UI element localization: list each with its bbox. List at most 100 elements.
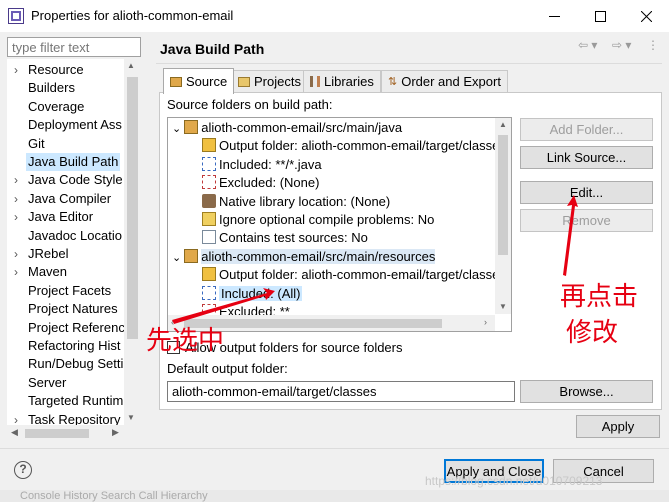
tab-source[interactable]: Source <box>163 68 235 94</box>
nav-item-label: Maven <box>28 264 68 280</box>
source-vertical-scroll-thumb[interactable] <box>498 135 508 255</box>
tab-projects[interactable]: Projects <box>231 70 308 92</box>
nav-item-label: Java Compiler <box>28 190 112 206</box>
source-attribute-row[interactable]: Output folder: alioth-common-email/targe… <box>202 266 506 284</box>
source-folder-row[interactable]: ⌄ alioth-common-email/src/main/java <box>172 119 402 137</box>
nav-item-label: Project Facets <box>28 282 112 298</box>
nav-item-label: JRebel <box>28 246 69 261</box>
tree-row-text: Ignore optional compile problems: No <box>219 212 435 227</box>
filter-input[interactable] <box>7 37 141 57</box>
minimize-button[interactable] <box>531 0 577 32</box>
tree-row-text: Output folder: alioth-common-email/targe… <box>219 138 506 154</box>
help-icon[interactable]: ? <box>14 461 32 479</box>
nav-item-label: Builders <box>28 80 75 96</box>
native-library-icon <box>202 193 216 208</box>
apply-button[interactable]: Apply <box>576 415 660 438</box>
source-attribute-row[interactable]: Native library location: (None) <box>202 193 390 211</box>
expand-arrow-icon[interactable]: › <box>14 190 18 208</box>
nav-item-label: Refactoring Hist <box>28 338 121 353</box>
nav-item-label: Java Editor <box>28 209 94 225</box>
tab-label: Order and Export <box>401 74 501 89</box>
expand-arrow-icon[interactable]: › <box>14 61 18 79</box>
minimize-icon <box>548 15 560 17</box>
test-sources-icon <box>202 230 216 245</box>
source-tab-icon <box>170 76 182 87</box>
source-attribute-row[interactable]: Contains test sources: No <box>202 229 368 247</box>
scroll-right-icon[interactable]: ▶ <box>112 427 119 438</box>
scroll-up-icon[interactable]: ▲ <box>127 61 135 70</box>
remove-button[interactable]: Remove <box>520 209 653 232</box>
back-nav-icon[interactable]: ⇦ ▾ <box>578 38 597 52</box>
footer-separator <box>0 448 669 449</box>
forward-nav-icon[interactable]: ⇨ ▾ <box>612 38 631 52</box>
edit-button[interactable]: Edit... <box>520 181 653 204</box>
exclusion-filter-icon <box>202 175 216 190</box>
output-folder-icon <box>202 267 216 282</box>
expand-arrow-icon[interactable]: › <box>14 208 18 226</box>
tree-row-text: alioth-common-email/src/main/resources <box>201 248 436 264</box>
projects-tab-icon <box>238 76 250 87</box>
libraries-tab-icon <box>310 76 320 87</box>
nav-horizontal-scroll-thumb[interactable] <box>25 429 89 438</box>
nav-item-label: Git <box>28 135 45 151</box>
tab-label: Projects <box>254 74 301 89</box>
watermark: https://blog.csdn.net/u010709213 <box>425 474 603 488</box>
add-folder-button[interactable]: Add Folder... <box>520 118 653 141</box>
source-attribute-row[interactable]: Included: (All) <box>202 285 303 303</box>
source-folder-row[interactable]: ⌄ alioth-common-email/src/main/resources <box>172 248 436 266</box>
nav-vertical-scroll-thumb[interactable] <box>127 77 138 339</box>
tree-row-text: Included: (All) <box>219 285 303 301</box>
properties-app-icon <box>8 8 24 24</box>
nav-item-label: Project Natures <box>28 301 118 317</box>
tree-row-text: Excluded: (None) <box>219 175 320 191</box>
link-source-button[interactable]: Link Source... <box>520 146 653 169</box>
separator <box>156 63 662 64</box>
source-attribute-row[interactable]: Excluded: (None) <box>202 174 319 192</box>
source-folders-label: Source folders on build path: <box>167 97 333 112</box>
tree-row-text: Native library location: (None) <box>219 193 391 209</box>
inclusion-filter-icon <box>202 285 216 300</box>
scroll-down-icon[interactable]: ▼ <box>127 413 135 422</box>
properties-nav-tree: › Resource Builders Coverage Deployment Ass G… <box>7 59 141 441</box>
source-attribute-row[interactable]: Output folder: alioth-common-email/targe… <box>202 137 506 155</box>
scroll-right-icon[interactable]: › <box>484 317 487 327</box>
tree-row-text: alioth-common-email/src/main/java <box>201 120 403 135</box>
inclusion-filter-icon <box>202 156 216 171</box>
tab-label: Source <box>186 74 228 89</box>
order-export-tab-icon: ⇅ <box>388 76 398 88</box>
expand-arrow-icon[interactable]: › <box>14 245 18 263</box>
collapse-arrow-icon[interactable]: ⌄ <box>172 123 184 135</box>
close-icon <box>640 10 652 22</box>
expand-arrow-icon[interactable]: › <box>14 263 18 281</box>
source-attribute-row[interactable]: Included: **/*.java <box>202 156 322 174</box>
annotation-first-select: 先选中 <box>146 326 225 356</box>
maximize-button[interactable] <box>577 0 623 32</box>
tree-row-text: Included: **/*.java <box>219 156 322 172</box>
nav-item-label: Run/Debug Setti <box>28 356 124 372</box>
nav-item-label: Coverage <box>28 98 85 114</box>
close-button[interactable] <box>623 0 669 32</box>
source-folders-tree: ⌄ alioth-common-email/src/main/java Outpu… <box>167 117 512 332</box>
collapse-arrow-icon[interactable]: ⌄ <box>172 252 184 264</box>
tab-order-and-export[interactable]: ⇅ Order and Export <box>381 70 508 92</box>
source-attribute-row[interactable]: Ignore optional compile problems: No <box>202 211 434 229</box>
expand-arrow-icon[interactable]: › <box>14 171 18 189</box>
default-output-folder-label: Default output folder: <box>167 361 288 376</box>
nav-item-label: Java Build Path <box>26 153 121 171</box>
browse-button[interactable]: Browse... <box>520 380 653 403</box>
nav-item-label: Server <box>28 374 67 390</box>
tab-libraries[interactable]: Libraries <box>303 70 381 92</box>
nav-item-label: Java Code Style <box>28 172 123 188</box>
page-title: Java Build Path <box>160 41 265 57</box>
nav-item-label: Targeted Runtim <box>28 393 124 409</box>
scroll-down-icon[interactable]: ▼ <box>499 302 507 311</box>
source-folder-icon <box>184 248 199 263</box>
ignore-problems-icon <box>202 212 216 226</box>
scroll-left-icon[interactable]: ◀ <box>11 427 18 438</box>
view-menu-icon[interactable]: ⋮ <box>647 38 659 52</box>
scroll-up-icon[interactable]: ▲ <box>499 120 507 129</box>
default-output-folder-input[interactable] <box>167 381 515 402</box>
nav-item-label: Javadoc Locatio <box>28 227 122 243</box>
nav-item-label: Project Referenc <box>28 319 125 335</box>
output-folder-icon <box>202 138 216 153</box>
